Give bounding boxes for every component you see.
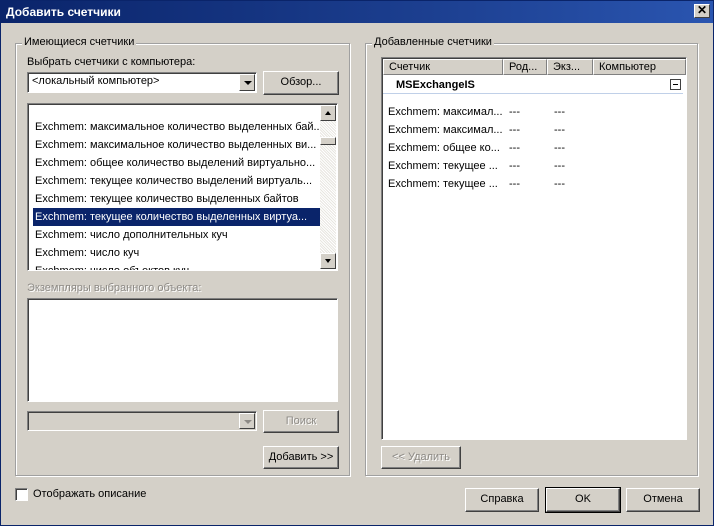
row-counter: Exchmem: текущее ... — [388, 178, 498, 190]
cancel-button[interactable]: Отмена — [626, 488, 700, 512]
counter-item[interactable]: Exchmem: максимальное количество выделен… — [33, 118, 320, 136]
counter-item-selected[interactable]: Exchmem: текущее количество выделенных в… — [33, 208, 320, 226]
arrow-down-icon — [325, 259, 331, 263]
computer-combobox-value: <локальный компьютер> — [32, 75, 160, 87]
table-row[interactable]: Exchmem: текущее ... --- --- — [383, 176, 683, 194]
window-title: Добавить счетчики — [6, 5, 121, 19]
table-row[interactable]: Exchmem: максимал... --- --- — [383, 122, 683, 140]
row-parent: --- — [509, 106, 520, 118]
counter-item[interactable]: Exchmem: число куч — [33, 244, 320, 262]
table-row[interactable]: Exchmem: текущее ... --- --- — [383, 158, 683, 176]
search-combobox-dropdown-button[interactable] — [239, 413, 255, 429]
column-header-computer[interactable]: Компьютер — [593, 59, 686, 75]
row-counter: Exchmem: общее ко... — [388, 142, 500, 154]
remove-button-label: << Удалить — [392, 451, 450, 463]
close-icon[interactable]: ✕ — [697, 3, 707, 17]
object-group-row[interactable]: MSExchangeIS — [383, 76, 683, 94]
cancel-button-label: Отмена — [643, 493, 683, 505]
browse-button[interactable]: Обзор... — [263, 71, 339, 95]
show-description-checkbox[interactable] — [15, 488, 28, 501]
column-header-instance[interactable]: Экз... — [547, 59, 593, 75]
help-button[interactable]: Справка — [465, 488, 539, 512]
ok-button[interactable]: OK — [545, 487, 621, 513]
row-counter: Exchmem: максимал... — [388, 124, 503, 136]
row-instance: --- — [554, 124, 565, 136]
title-bar: Добавить счетчики ✕ — [1, 1, 713, 23]
scroll-up-button[interactable] — [320, 105, 336, 121]
row-parent: --- — [509, 160, 520, 172]
close-button[interactable]: ✕ — [694, 4, 710, 18]
table-row[interactable]: Exchmem: общее ко... --- --- — [383, 140, 683, 158]
chevron-down-icon — [244, 420, 252, 424]
scroll-down-button[interactable] — [320, 253, 336, 269]
row-counter: Exchmem: текущее ... — [388, 160, 498, 172]
counter-item[interactable]: Exchmem: максимальное количество выделен… — [33, 136, 320, 154]
row-instance: --- — [554, 178, 565, 190]
column-header-parent[interactable]: Род... — [503, 59, 547, 75]
object-name: MSExchangeIS — [396, 79, 475, 91]
collapse-icon[interactable] — [670, 79, 681, 90]
added-counters-title: Добавленные счетчики — [372, 36, 494, 48]
counter-item[interactable]: Exchmem: число дополнительных куч — [33, 226, 320, 244]
instances-search-combobox[interactable] — [27, 411, 257, 431]
add-counters-dialog: Добавить счетчики ✕ Имеющиеся счетчики В… — [0, 0, 714, 526]
search-button[interactable]: Поиск — [263, 410, 339, 433]
row-counter: Exchmem: максимал... — [388, 106, 503, 118]
counters-scrollbar[interactable] — [320, 105, 336, 269]
row-parent: --- — [509, 142, 520, 154]
row-parent: --- — [509, 178, 520, 190]
remove-button[interactable]: << Удалить — [381, 446, 461, 469]
browse-button-label: Обзор... — [280, 76, 322, 88]
scroll-thumb[interactable] — [320, 137, 336, 145]
computer-combobox[interactable]: <локальный компьютер> — [27, 72, 257, 93]
counter-item[interactable]: Exchmem: текущее количество выделений ви… — [33, 172, 320, 190]
available-counters-title: Имеющиеся счетчики — [22, 36, 137, 48]
added-counters-listview[interactable]: Счетчик Род... Экз... Компьютер MSExchan… — [381, 57, 687, 440]
row-instance: --- — [554, 160, 565, 172]
select-computer-label: Выбрать счетчики с компьютера: — [27, 56, 196, 68]
column-header-counter[interactable]: Счетчик — [383, 59, 503, 75]
counters-listbox[interactable]: Exchmem: максимальное количество выделен… — [27, 103, 338, 271]
search-button-label: Поиск — [285, 415, 317, 427]
row-parent: --- — [509, 124, 520, 136]
table-row[interactable]: Exchmem: максимал... --- --- — [383, 104, 683, 122]
instances-listbox[interactable] — [27, 298, 338, 402]
ok-button-label: OK — [575, 493, 591, 505]
row-instance: --- — [554, 142, 565, 154]
add-button-label: Добавить >> — [268, 451, 334, 463]
instances-label: Экземпляры выбранного объекта: — [27, 282, 202, 294]
counter-item[interactable]: Exchmem: текущее количество выделенных б… — [33, 190, 320, 208]
row-instance: --- — [554, 106, 565, 118]
help-button-label: Справка — [480, 493, 524, 505]
chevron-down-icon — [244, 81, 252, 85]
counter-item[interactable]: Exchmem: общее количество выделений вирт… — [33, 154, 320, 172]
add-button[interactable]: Добавить >> — [263, 446, 339, 469]
computer-combobox-dropdown-button[interactable] — [239, 74, 255, 91]
arrow-up-icon — [325, 111, 331, 115]
show-description-label[interactable]: Отображать описание — [33, 488, 146, 500]
counter-item[interactable]: Exchmem: число объектов куч — [33, 262, 320, 270]
